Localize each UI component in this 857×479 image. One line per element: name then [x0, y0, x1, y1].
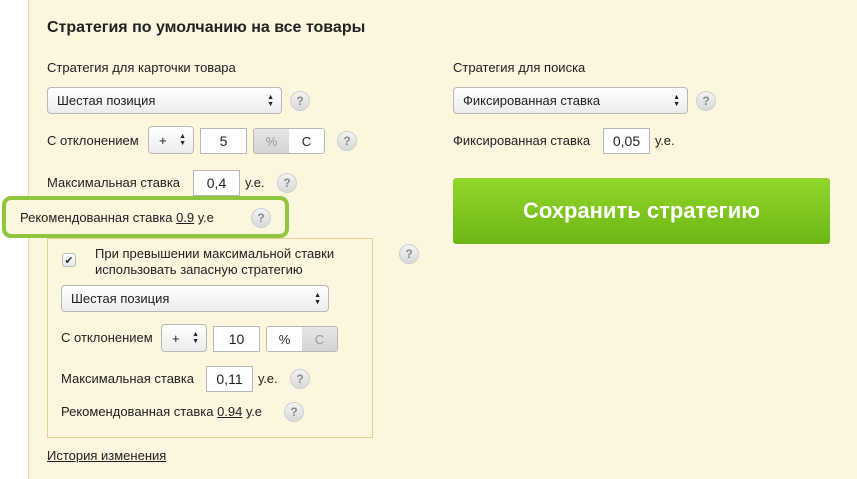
- question-circle-icon[interactable]: ?: [251, 208, 271, 228]
- card-rec-bid-value[interactable]: 0.9: [176, 210, 194, 225]
- unit-c-option[interactable]: С: [289, 129, 324, 153]
- search-fixed-bid-input[interactable]: 0,05: [603, 128, 650, 154]
- fallback-sign-select[interactable]: + ▲ ▼: [161, 324, 207, 352]
- fallback-strategy-select[interactable]: Шестая позиция ▲ ▼: [61, 285, 329, 312]
- unit-percent-option[interactable]: %: [254, 129, 289, 153]
- history-link[interactable]: История изменения: [47, 448, 166, 463]
- question-circle-icon[interactable]: ?: [277, 173, 297, 193]
- fallback-checkbox[interactable]: ✔: [62, 253, 76, 267]
- fallback-max-bid-input[interactable]: 0,11: [206, 366, 253, 392]
- fallback-max-bid-label: Максимальная ставка: [61, 371, 195, 386]
- fallback-rec-bid-label: Рекомендованная ставка: [61, 404, 214, 419]
- fallback-unit-toggle[interactable]: % С: [266, 326, 338, 352]
- card-strategy-label: Стратегия для карточки товара: [47, 60, 236, 75]
- card-max-bid-currency: у.е.: [245, 175, 265, 190]
- search-fixed-bid-label: Фиксированная ставка: [453, 133, 591, 148]
- card-strategy-select-value: Шестая позиция: [57, 93, 156, 108]
- search-strategy-select[interactable]: Фиксированная ставка ▲ ▼: [453, 87, 688, 114]
- fallback-sign-value: +: [172, 330, 180, 346]
- up-down-arrows-icon: ▲ ▼: [192, 331, 199, 345]
- question-circle-icon[interactable]: ?: [290, 369, 310, 389]
- up-down-arrows-icon: ▲ ▼: [267, 93, 274, 108]
- search-strategy-label: Стратегия для поиска: [453, 60, 586, 75]
- up-down-arrows-icon: ▲ ▼: [673, 93, 680, 108]
- card-max-bid-label: Максимальная ставка: [47, 175, 181, 190]
- unit-c-option[interactable]: С: [302, 327, 337, 351]
- fallback-deviation-label: С отклонением: [61, 330, 153, 345]
- checkmark-icon: ✔: [64, 254, 74, 267]
- card-rec-bid-unit: у.е: [197, 210, 214, 225]
- card-deviation-label: С отклонением: [47, 133, 139, 148]
- fallback-max-bid-currency: у.е.: [258, 371, 278, 386]
- card-rec-bid-label: Рекомендованная ставка: [20, 210, 173, 225]
- save-strategy-button[interactable]: Сохранить стратегию: [453, 178, 830, 244]
- card-sign-value: +: [159, 132, 167, 148]
- up-down-arrows-icon: ▲ ▼: [314, 291, 321, 306]
- fallback-strategy-select-value: Шестая позиция: [71, 291, 170, 306]
- question-circle-icon[interactable]: ?: [399, 244, 419, 264]
- search-strategy-select-value: Фиксированная ставка: [463, 93, 601, 108]
- card-rec-bid-row: Рекомендованная ставка 0.9 у.е: [20, 210, 214, 226]
- section-title: Стратегия по умолчанию на все товары: [47, 19, 366, 36]
- fallback-checkbox-label-line1: При превышении максимальной ставки: [95, 246, 335, 261]
- question-circle-icon[interactable]: ?: [290, 91, 310, 111]
- question-circle-icon[interactable]: ?: [337, 131, 357, 151]
- question-circle-icon[interactable]: ?: [284, 402, 304, 422]
- card-sign-select[interactable]: + ▲ ▼: [148, 126, 194, 154]
- fallback-checkbox-label-line2: использовать запасную стратегию: [95, 262, 303, 277]
- card-strategy-select[interactable]: Шестая позиция ▲ ▼: [47, 87, 282, 114]
- fallback-rec-bid-value[interactable]: 0.94: [217, 404, 242, 419]
- card-max-bid-input[interactable]: 0,4: [193, 170, 240, 196]
- question-circle-icon[interactable]: ?: [696, 91, 716, 111]
- up-down-arrows-icon: ▲ ▼: [179, 133, 186, 147]
- fallback-rec-bid-row: Рекомендованная ставка 0.94 у.е: [61, 404, 262, 420]
- card-unit-toggle[interactable]: % С: [253, 128, 325, 154]
- fallback-rec-bid-unit: у.е: [246, 404, 263, 419]
- unit-percent-option[interactable]: %: [267, 327, 302, 351]
- card-deviation-input[interactable]: 5: [200, 128, 247, 154]
- fallback-deviation-input[interactable]: 10: [213, 326, 260, 352]
- search-fixed-bid-currency: у.е.: [655, 133, 675, 148]
